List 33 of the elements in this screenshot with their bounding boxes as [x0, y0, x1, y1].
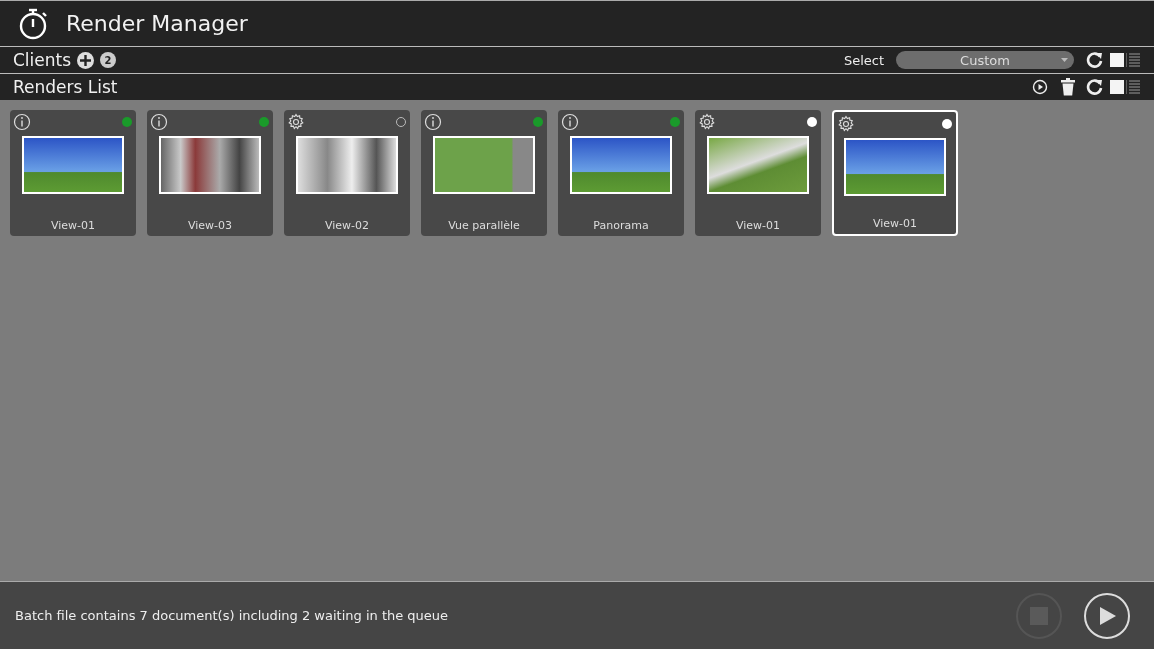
- section-title: Renders List: [13, 77, 118, 97]
- gear-icon[interactable]: [698, 113, 716, 131]
- render-card[interactable]: Panorama: [558, 110, 684, 236]
- caret-icon[interactable]: [1061, 58, 1068, 62]
- play-icon: [1097, 605, 1117, 626]
- refresh-icon[interactable]: [1086, 51, 1104, 69]
- section-title: Clients: [13, 50, 72, 70]
- render-card[interactable]: Vue parallèle: [421, 110, 547, 236]
- render-card[interactable]: View-02: [284, 110, 410, 236]
- info-icon[interactable]: [561, 113, 579, 131]
- info-icon[interactable]: [150, 113, 168, 131]
- render-card[interactable]: View-03: [147, 110, 273, 236]
- gear-icon[interactable]: [287, 113, 305, 131]
- play-button[interactable]: [1084, 592, 1130, 639]
- render-card[interactable]: View-01: [832, 110, 958, 236]
- info-icon[interactable]: [424, 113, 442, 131]
- render-card[interactable]: View-01: [695, 110, 821, 236]
- select-dropdown[interactable]: Custom: [896, 51, 1074, 69]
- render-card[interactable]: View-01: [10, 110, 136, 236]
- trash-icon[interactable]: [1060, 78, 1076, 96]
- status-message: Batch file contains 7 document(s) including 2 waiting in the queue: [15, 608, 449, 623]
- gear-icon[interactable]: [837, 115, 855, 133]
- info-icon[interactable]: [13, 113, 31, 131]
- play-circle-icon[interactable]: [1032, 79, 1048, 95]
- select-label: Select: [843, 52, 884, 68]
- list-view-icon[interactable]: [1126, 53, 1140, 67]
- count-badge: 2: [100, 52, 117, 68]
- add-icon[interactable]: [77, 51, 95, 69]
- tile-view-icon[interactable]: [1110, 53, 1124, 67]
- refresh-icon[interactable]: [1086, 78, 1104, 96]
- tile-view-icon[interactable]: [1110, 80, 1124, 94]
- window-title: Render Manager: [66, 11, 248, 36]
- list-view-icon[interactable]: [1126, 80, 1140, 94]
